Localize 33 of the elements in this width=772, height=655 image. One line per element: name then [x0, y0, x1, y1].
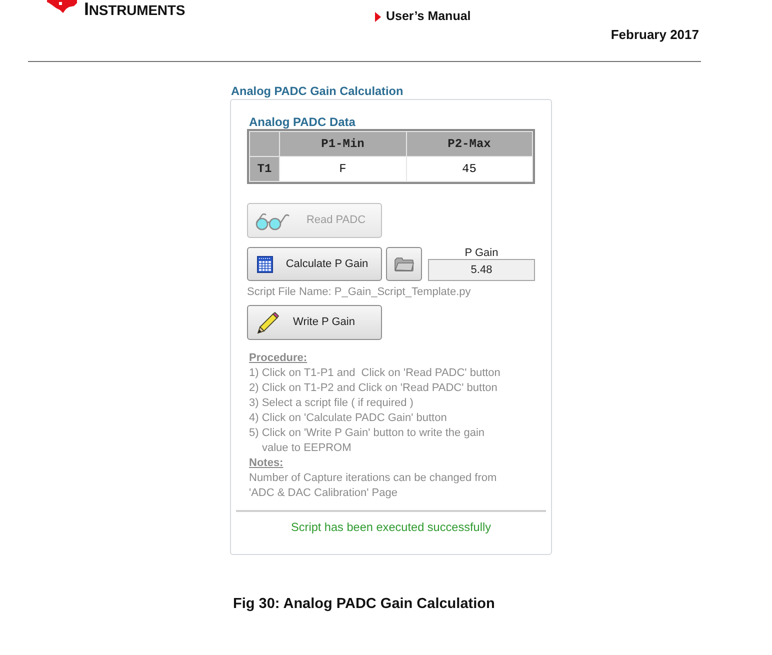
- procedure-step: 5) Click on 'Write P Gain' button to write the gain value to EEPROM: [249, 426, 507, 456]
- procedure-step: 2) Click on T1-P2 and Click on 'Read PADC' button: [249, 381, 507, 396]
- procedure-step: 1) Click on T1-P1 and Click on 'Read PADC' button: [249, 366, 507, 381]
- spreadsheet-icon: [257, 256, 273, 272]
- row-header: T1: [250, 157, 279, 181]
- status-message: Script has been executed successfully: [290, 520, 492, 534]
- folder-icon: [394, 256, 414, 272]
- column-header: P2-Max: [406, 132, 532, 156]
- procedure-step: 4) Click on 'Calculate PADC Gain' button: [249, 411, 507, 426]
- panel-title: Analog PADC Gain Calculation: [230, 84, 404, 98]
- notes-heading: Notes:: [249, 456, 284, 471]
- logo-icon: [47, 0, 77, 13]
- logo-text: INSTRUMENTS: [84, 2, 186, 18]
- field-label: P Gain: [464, 247, 500, 259]
- notes-text: Number of Capture iterations can be changed from 'ADC & DAC Calibration' Page: [249, 471, 498, 501]
- p-gain-field[interactable]: 5.48: [428, 259, 535, 281]
- procedure-heading: Procedure:: [249, 351, 308, 366]
- table-cell[interactable]: F: [280, 157, 406, 181]
- script-file-name: Script File Name: P_Gain_Script_Template.py: [247, 285, 472, 299]
- glasses-icon: [255, 210, 291, 230]
- document-title: User’s Manual: [386, 9, 471, 24]
- table-corner-cell: [250, 132, 279, 156]
- figure-caption: Fig 30: Analog PADC Gain Calculation: [233, 595, 496, 613]
- table-title: Analog PADC Data: [248, 116, 356, 129]
- folder-button[interactable]: [386, 247, 422, 281]
- column-header: P1-Min: [280, 132, 406, 156]
- triangle-bullet-icon: [375, 12, 381, 22]
- write-button[interactable]: Write P Gain: [247, 305, 382, 340]
- table-cell[interactable]: 45: [406, 157, 532, 181]
- procedure-step: 3) Select a script file ( if required ): [249, 396, 507, 411]
- document-date: February 2017: [610, 27, 700, 42]
- pencil-icon: [257, 312, 279, 334]
- calculate-button[interactable]: Calculate P Gain: [247, 247, 382, 281]
